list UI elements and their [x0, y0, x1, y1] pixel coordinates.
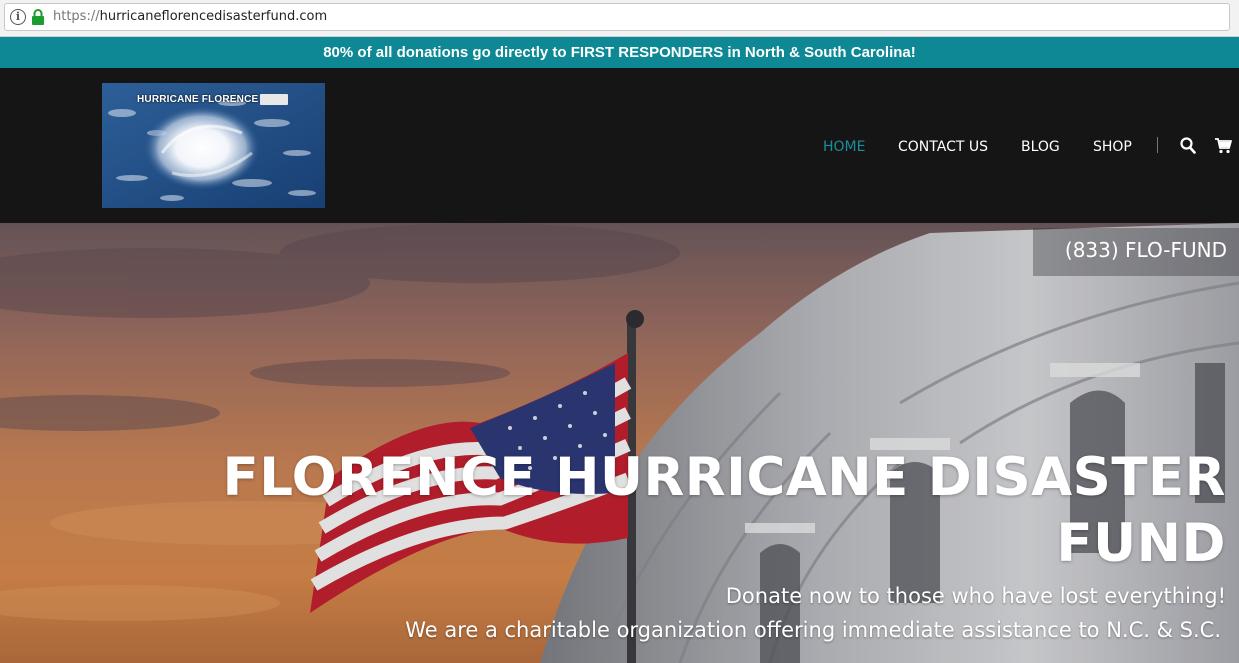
nav-divider [1157, 137, 1158, 153]
hero-title-line1: FLORENCE HURRICANE DISASTER [222, 447, 1226, 508]
lock-icon [32, 9, 44, 25]
info-icon[interactable]: i [10, 9, 26, 25]
nav-home[interactable]: HOME [823, 138, 865, 156]
logo-title: HURRICANE FLORENCE [137, 94, 259, 105]
nav-blog[interactable]: BLOG [1021, 138, 1060, 156]
nav-shop[interactable]: SHOP [1093, 138, 1132, 156]
hero-title-line2: FUND [1056, 513, 1226, 574]
url-field[interactable]: i https://hurricaneflorencedisasterfund.… [4, 3, 1230, 31]
hero-title: FLORENCE HURRICANE DISASTER FUND [186, 445, 1226, 577]
logo-badge [260, 94, 288, 105]
phone-number[interactable]: (833) FLO-FUND [1033, 228, 1239, 276]
announcement-bar: 80% of all donations go directly to FIRS… [0, 37, 1239, 68]
url-scheme: https:// [53, 9, 100, 24]
nav-contact-us[interactable]: CONTACT US [898, 138, 988, 156]
cart-icon[interactable] [1214, 137, 1232, 154]
url-text: https://hurricaneflorencedisasterfund.co… [53, 9, 327, 24]
site-header: HURRICANE FLORENCE HOME CONTACT US BLOG … [0, 68, 1239, 223]
browser-address-bar: i https://hurricaneflorencedisasterfund.… [0, 0, 1239, 37]
hero-section: (833) FLO-FUND FLORENCE HURRICANE DISAST… [0, 223, 1239, 663]
search-icon[interactable] [1180, 137, 1196, 154]
url-host: hurricaneflorencedisasterfund.com [99, 9, 328, 24]
site-logo[interactable]: HURRICANE FLORENCE [102, 83, 325, 208]
hero-subtitle: Donate now to those who have lost everyt… [725, 584, 1226, 608]
hero-description: We are a charitable organization offerin… [405, 618, 1221, 642]
